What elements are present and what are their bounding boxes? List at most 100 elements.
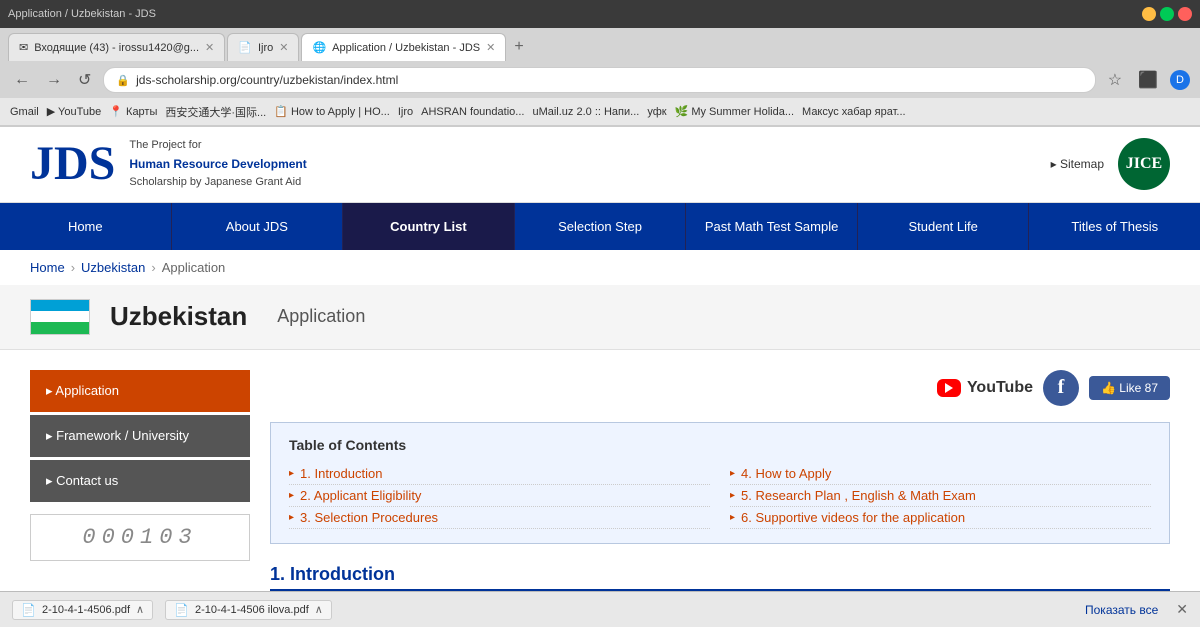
toc-item-2[interactable]: ▸ 2. Applicant Eligibility xyxy=(289,485,710,507)
like-text: Like xyxy=(1119,381,1141,395)
toc-label-1: 1. Introduction xyxy=(300,466,382,481)
toc-right: ▸ 4. How to Apply ▸ 5. Research Plan , E… xyxy=(730,463,1151,529)
reload-button[interactable]: ↺ xyxy=(74,68,95,92)
show-all-downloads[interactable]: Показать все xyxy=(1085,603,1158,617)
tab-inbox[interactable]: ✉ Входящие (43) - irossu1420@g... ✕ xyxy=(8,33,225,61)
bookmark-umail[interactable]: uMail.uz 2.0 :: Напи... xyxy=(532,106,639,118)
pdf-icon-2: 📄 xyxy=(174,603,189,617)
logo-tagline: The Project for Human Resource Developme… xyxy=(129,137,306,192)
url-text: jds-scholarship.org/country/uzbekistan/i… xyxy=(136,73,398,87)
close-downloads-bar[interactable]: ✕ xyxy=(1176,601,1188,618)
social-row: YouTube f 👍 Like 87 xyxy=(270,370,1170,406)
facebook-letter: f xyxy=(1058,376,1065,399)
sitemap-link[interactable]: ▸ Sitemap xyxy=(1051,157,1104,171)
tab-jds-close[interactable]: ✕ xyxy=(486,41,495,54)
toc-item-6[interactable]: ▸ 6. Supportive videos for the applicati… xyxy=(730,507,1151,529)
bookmark-howtoapply[interactable]: 📋 How to Apply | HO... xyxy=(274,105,390,118)
nav-selection-step[interactable]: Selection Step xyxy=(515,203,687,250)
nav-home[interactable]: Home xyxy=(0,203,172,250)
breadcrumb-sep-2: › xyxy=(151,260,155,275)
breadcrumb-application: Application xyxy=(162,260,226,275)
lock-icon: 🔒 xyxy=(116,74,130,87)
tab-jds-label: Application / Uzbekistan - JDS xyxy=(332,42,480,54)
toc-grid: ▸ 1. Introduction ▸ 2. Applicant Eligibi… xyxy=(289,463,1151,529)
minimize-button[interactable] xyxy=(1142,7,1156,21)
browser-chrome: Application / Uzbekistan - JDS ✉ Входящи… xyxy=(0,0,1200,127)
tagline-line3: Scholarship by Japanese Grant Aid xyxy=(129,174,306,192)
nav-thesis[interactable]: Titles of Thesis xyxy=(1029,203,1200,250)
download-chevron-2[interactable]: ∧ xyxy=(315,603,323,616)
captcha-text: 000103 xyxy=(82,525,197,550)
breadcrumb-home[interactable]: Home xyxy=(30,260,65,275)
tagline-line2: Human Resource Development xyxy=(129,155,306,175)
forward-button[interactable]: → xyxy=(42,69,66,91)
tab-bar: ✉ Входящие (43) - irossu1420@g... ✕ 📄 Ij… xyxy=(0,28,1200,62)
profile-button[interactable]: D xyxy=(1170,70,1190,90)
facebook-icon[interactable]: f xyxy=(1043,370,1079,406)
toc-label-2: 2. Applicant Eligibility xyxy=(300,488,421,503)
bookmark-xjtu[interactable]: 西安交通大学·国际... xyxy=(165,104,266,120)
nav-student-life[interactable]: Student Life xyxy=(858,203,1030,250)
toc-title: Table of Contents xyxy=(289,437,1151,453)
bookmark-youtube[interactable]: ▶ YouTube xyxy=(47,105,102,118)
tagline-line1: The Project for xyxy=(129,137,306,155)
tab-jds[interactable]: 🌐 Application / Uzbekistan - JDS ✕ xyxy=(301,33,506,61)
site-header: JDS The Project for Human Resource Devel… xyxy=(0,127,1200,203)
tab-ijro[interactable]: 📄 Ijro ✕ xyxy=(227,33,299,61)
toc-label-4: 4. How to Apply xyxy=(741,466,831,481)
sidebar: ▸ Application ▸ Framework / University ▸… xyxy=(30,370,250,620)
logo-jds-letters: JDS xyxy=(30,140,115,188)
like-label: 👍 xyxy=(1101,381,1119,395)
breadcrumb-uzbekistan[interactable]: Uzbekistan xyxy=(81,260,145,275)
tab-ijro-close[interactable]: ✕ xyxy=(279,41,288,54)
back-button[interactable]: ← xyxy=(10,69,34,91)
toc-item-5[interactable]: ▸ 5. Research Plan , English & Math Exam xyxy=(730,485,1151,507)
tab-inbox-favicon: ✉ xyxy=(19,41,28,54)
extensions-button[interactable]: ⬛ xyxy=(1134,68,1162,92)
intro-title: 1. Introduction xyxy=(270,564,1170,591)
bookmark-ahsran[interactable]: AHSRAN foundatio... xyxy=(421,106,524,118)
sidebar-item-application[interactable]: ▸ Application xyxy=(30,370,250,412)
download-label-2: 2-10-4-1-4506 ilova.pdf xyxy=(195,604,309,616)
youtube-button[interactable]: YouTube xyxy=(937,379,1033,397)
new-tab-button[interactable]: + xyxy=(508,38,529,56)
bookmark-ijro[interactable]: Ijro xyxy=(398,106,413,118)
logo-area: JDS The Project for Human Resource Devel… xyxy=(30,137,307,192)
like-button[interactable]: 👍 Like 87 xyxy=(1089,376,1170,400)
nav-math-test[interactable]: Past Math Test Sample xyxy=(686,203,858,250)
toc-arrow-1: ▸ xyxy=(289,468,294,479)
sidebar-item-framework[interactable]: ▸ Framework / University xyxy=(30,415,250,457)
breadcrumb: Home › Uzbekistan › Application xyxy=(0,250,1200,285)
sidebar-item-contact[interactable]: ▸ Contact us xyxy=(30,460,250,502)
download-label-1: 2-10-4-1-4506.pdf xyxy=(42,604,130,616)
toc-arrow-4: ▸ xyxy=(730,468,735,479)
toc-item-4[interactable]: ▸ 4. How to Apply xyxy=(730,463,1151,485)
tab-jds-favicon: 🌐 xyxy=(312,41,326,54)
bookmark-ufk[interactable]: уфк xyxy=(647,106,666,118)
nav-country-list[interactable]: Country List xyxy=(343,203,515,250)
toc-item-3[interactable]: ▸ 3. Selection Procedures xyxy=(289,507,710,529)
toc-item-1[interactable]: ▸ 1. Introduction xyxy=(289,463,710,485)
download-chevron-1[interactable]: ∧ xyxy=(136,603,144,616)
uzbekistan-flag xyxy=(30,299,90,335)
nav-about[interactable]: About JDS xyxy=(172,203,344,250)
downloads-bar: 📄 2-10-4-1-4506.pdf ∧ 📄 2-10-4-1-4506 il… xyxy=(0,591,1200,627)
header-right: ▸ Sitemap JICE xyxy=(1051,138,1170,190)
tab-inbox-close[interactable]: ✕ xyxy=(205,41,214,54)
toc-arrow-3: ▸ xyxy=(289,512,294,523)
captcha-area: 000103 xyxy=(30,514,250,561)
bookmark-maps[interactable]: 📍 Карты xyxy=(109,105,157,118)
url-field[interactable]: 🔒 jds-scholarship.org/country/uzbekistan… xyxy=(103,67,1095,93)
flag-blue-stripe xyxy=(31,300,89,311)
jice-logo[interactable]: JICE xyxy=(1118,138,1170,190)
country-header: Uzbekistan Application xyxy=(0,285,1200,350)
download-item-1[interactable]: 📄 2-10-4-1-4506.pdf ∧ xyxy=(12,600,153,620)
toc-label-5: 5. Research Plan , English & Math Exam xyxy=(741,488,976,503)
bookmark-maxsus[interactable]: Максус хабар ярат... xyxy=(802,106,906,118)
download-item-2[interactable]: 📄 2-10-4-1-4506 ilova.pdf ∧ xyxy=(165,600,332,620)
star-button[interactable]: ☆ xyxy=(1104,68,1126,92)
bookmark-gmail[interactable]: Gmail xyxy=(10,106,39,118)
maximize-button[interactable] xyxy=(1160,7,1174,21)
close-window-button[interactable] xyxy=(1178,7,1192,21)
bookmark-summer[interactable]: 🌿 My Summer Holida... xyxy=(675,105,794,118)
